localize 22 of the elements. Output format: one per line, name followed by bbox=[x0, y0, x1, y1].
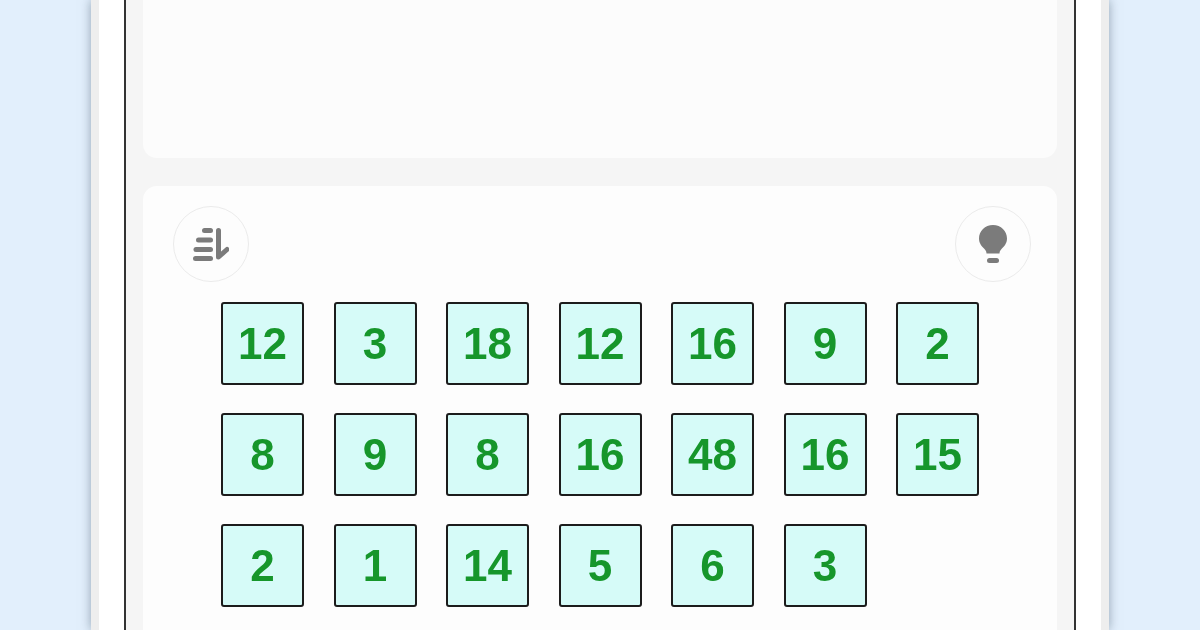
number-tile[interactable]: 1 bbox=[333, 524, 417, 607]
number-tile[interactable]: 8 bbox=[221, 413, 304, 496]
number-tile[interactable]: 16 bbox=[783, 413, 867, 496]
number-tile[interactable]: 3 bbox=[333, 302, 417, 385]
number-tile[interactable]: 12 bbox=[558, 302, 642, 385]
number-tile[interactable]: 3 bbox=[783, 524, 867, 607]
number-tile[interactable]: 9 bbox=[783, 302, 867, 385]
number-tile[interactable]: 15 bbox=[896, 413, 979, 496]
number-tile[interactable]: 6 bbox=[671, 524, 754, 607]
number-tile[interactable]: 12 bbox=[221, 302, 304, 385]
sort-icon bbox=[193, 227, 229, 261]
number-tile[interactable]: 14 bbox=[446, 524, 529, 607]
number-tile[interactable]: 9 bbox=[333, 413, 417, 496]
number-tile[interactable]: 2 bbox=[896, 302, 979, 385]
number-tile[interactable]: 16 bbox=[558, 413, 642, 496]
number-tile[interactable]: 16 bbox=[671, 302, 754, 385]
number-tile[interactable]: 5 bbox=[558, 524, 642, 607]
lightbulb-icon bbox=[979, 225, 1007, 263]
number-tile[interactable]: 2 bbox=[221, 524, 304, 607]
number-tile[interactable]: 18 bbox=[446, 302, 529, 385]
number-tile[interactable]: 48 bbox=[671, 413, 754, 496]
number-tile[interactable]: 8 bbox=[446, 413, 529, 496]
